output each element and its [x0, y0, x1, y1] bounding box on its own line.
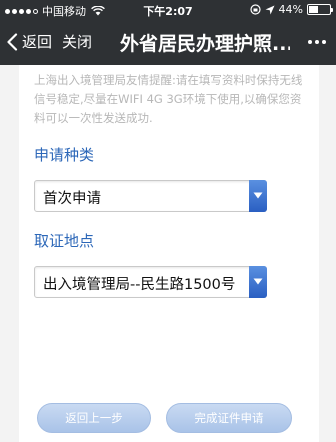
lock-rotation-icon	[249, 4, 261, 15]
dropdown-arrow-icon[interactable]	[249, 180, 267, 212]
battery-icon	[307, 4, 333, 15]
more-icon[interactable]	[308, 40, 326, 44]
status-bar: 中国移动 下午2:07 44%	[0, 0, 336, 20]
back-button[interactable]: 返回	[6, 31, 52, 52]
pickup-location-label: 取证地点	[34, 232, 95, 250]
application-type-value: 首次申请	[43, 191, 101, 207]
nav-bar: 返回 关闭 外省居民办理护照...	[0, 20, 336, 65]
back-label: 返回	[22, 33, 53, 51]
page-title: 外省居民办理护照...	[120, 33, 290, 55]
chevron-left-icon	[7, 32, 18, 51]
form-card: 上海出入境管理局友情提醒:请在填写资料时保持无线信号稳定,尽量在WIFI 4G …	[19, 65, 319, 442]
status-right: 44%	[249, 3, 333, 16]
close-button[interactable]: 关闭	[62, 31, 92, 52]
battery-percent: 44%	[278, 3, 303, 16]
pickup-location-select[interactable]: 出入境管理局--民生路1500号	[34, 266, 267, 298]
finish-application-button[interactable]: 完成证件申请	[166, 403, 292, 433]
notice-text: 上海出入境管理局友情提醒:请在填写资料时保持无线信号稳定,尽量在WIFI 4G …	[34, 73, 303, 125]
application-type-label: 申请种类	[34, 146, 95, 164]
back-step-button[interactable]: 返回上一步	[37, 403, 151, 433]
application-type-select[interactable]: 首次申请	[34, 180, 267, 212]
location-arrow-icon	[265, 5, 275, 14]
dropdown-arrow-icon[interactable]	[249, 266, 267, 298]
pickup-location-value: 出入境管理局--民生路1500号	[43, 277, 236, 293]
